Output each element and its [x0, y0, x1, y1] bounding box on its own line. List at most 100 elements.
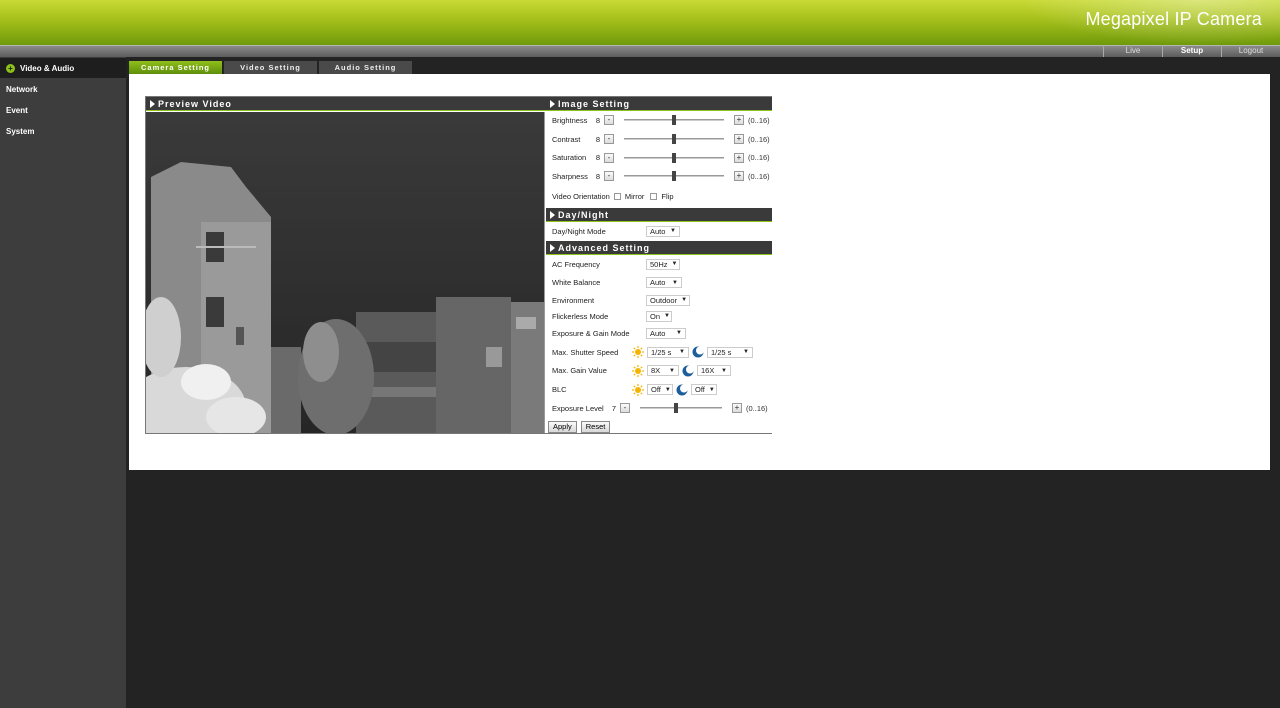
caret-down-icon: ▼	[664, 386, 671, 393]
flip-checkbox[interactable]	[650, 193, 658, 201]
slider-thumb[interactable]	[672, 171, 676, 182]
slider-thumb[interactable]	[672, 115, 676, 126]
saturation-plus-button[interactable]: +	[734, 152, 744, 163]
sidebar-item-network[interactable]: Network	[0, 79, 126, 99]
caret-down-icon: ▼	[708, 386, 715, 393]
sharpness-row: Sharpness 8 - + (0..16)	[546, 167, 772, 186]
saturation-row: Saturation 8 - + (0..16)	[546, 148, 772, 167]
shutter-night-select[interactable]: 1/25 s ▼	[707, 346, 753, 358]
gain-day-select[interactable]: 8X ▼	[647, 365, 679, 377]
ac-frequency-select[interactable]: 50Hz ▼	[646, 258, 680, 270]
blc-day-select[interactable]: Off ▼	[647, 384, 673, 396]
flickerless-select[interactable]: On ▼	[646, 310, 672, 322]
nav-logout[interactable]: Logout	[1221, 45, 1280, 57]
day-night-title: Day/Night	[558, 209, 610, 220]
action-row: Apply Reset	[546, 418, 772, 437]
gain-label: Max. Gain Value	[552, 366, 607, 376]
sidebar-item-system[interactable]: System	[0, 121, 126, 141]
contrast-slider[interactable]	[624, 134, 724, 145]
sun-icon	[632, 383, 644, 396]
sidebar-item-label: Network	[6, 84, 38, 94]
exposure-level-label: Exposure Level	[552, 403, 604, 413]
brightness-range: (0..16)	[748, 115, 770, 125]
select-value: Off	[695, 385, 705, 395]
settings-tabs: Camera Setting Video Setting Audio Setti…	[129, 61, 414, 79]
sharpness-range: (0..16)	[748, 171, 770, 181]
sidebar-item-label: Video & Audio	[20, 63, 75, 73]
mirror-checkbox[interactable]	[613, 193, 621, 201]
slider-track	[640, 407, 722, 410]
slider-thumb[interactable]	[672, 134, 676, 145]
exposure-level-value: 7	[611, 403, 617, 413]
flickerless-label: Flickerless Mode	[552, 311, 609, 321]
brightness-minus-button[interactable]: -	[604, 115, 614, 126]
tab-video-setting[interactable]: Video Setting	[224, 61, 317, 74]
exposure-gain-select[interactable]: Auto ▼	[646, 327, 686, 339]
contrast-plus-button[interactable]: +	[734, 134, 744, 145]
brightness-slider[interactable]	[624, 115, 724, 126]
settings-column: Image Setting Brightness 8 - + (0..16) C…	[546, 97, 772, 433]
gain-row: Max. Gain Value 8X ▼ 16X ▼	[546, 362, 772, 381]
caret-down-icon: ▼	[671, 261, 678, 268]
blc-night-select[interactable]: Off ▼	[691, 384, 717, 396]
brightness-value: 8	[595, 115, 601, 125]
sharpness-minus-button[interactable]: -	[604, 171, 614, 182]
shutter-day-select[interactable]: 1/25 s ▼	[647, 346, 689, 358]
white-balance-select[interactable]: Auto ▼	[646, 277, 682, 289]
caret-down-icon: ▼	[681, 297, 688, 304]
saturation-value: 8	[595, 153, 601, 163]
nav-live[interactable]: Live	[1103, 45, 1162, 57]
select-value: 1/25 s	[651, 347, 672, 357]
environment-label: Environment	[552, 295, 595, 305]
select-value: Auto	[650, 226, 666, 236]
caret-down-icon: ▼	[743, 349, 749, 356]
advanced-setting-title: Advanced Setting	[558, 242, 651, 253]
day-night-mode-select[interactable]: Auto ▼	[646, 225, 680, 237]
contrast-minus-button[interactable]: -	[604, 134, 614, 145]
caret-down-icon: ▼	[664, 313, 670, 320]
select-value: Auto	[650, 328, 666, 338]
contrast-value: 8	[595, 134, 601, 144]
shutter-label: Max. Shutter Speed	[552, 347, 619, 357]
select-value: 8X	[651, 366, 661, 376]
blc-label: BLC	[552, 385, 567, 395]
tab-audio-setting[interactable]: Audio Setting	[319, 61, 412, 74]
apply-button[interactable]: Apply	[548, 420, 577, 433]
sharpness-plus-button[interactable]: +	[734, 171, 744, 182]
select-value: On	[650, 311, 661, 321]
sharpness-slider[interactable]	[624, 171, 724, 182]
sidebar-item-video-audio[interactable]: + Video & Audio	[0, 58, 126, 78]
saturation-label: Saturation	[552, 153, 587, 163]
exposure-minus-button[interactable]: -	[620, 403, 630, 414]
exposure-gain-label: Exposure & Gain Mode	[552, 328, 630, 338]
slider-thumb[interactable]	[674, 403, 679, 414]
flickerless-row: Flickerless Mode On ▼	[546, 308, 772, 324]
select-value: 50Hz	[650, 259, 668, 269]
sharpness-value: 8	[595, 171, 601, 181]
select-value: 1/25 s	[711, 347, 732, 357]
saturation-minus-button[interactable]: -	[604, 152, 614, 163]
gain-night-select[interactable]: 16X ▼	[697, 365, 731, 377]
preview-video[interactable]	[146, 112, 545, 433]
tab-camera-setting[interactable]: Camera Setting	[129, 61, 222, 79]
saturation-slider[interactable]	[624, 152, 724, 163]
ac-frequency-row: AC Frequency 50Hz ▼	[546, 255, 772, 274]
exposure-plus-button[interactable]: +	[732, 403, 742, 414]
camera-panel: Preview Video Image Setting Brightness 8…	[145, 96, 772, 434]
caret-down-icon: ▼	[670, 228, 676, 235]
slider-thumb[interactable]	[672, 152, 676, 163]
moon-icon	[692, 346, 704, 358]
main-content: Preview Video Image Setting Brightness 8…	[129, 74, 1270, 470]
exposure-level-slider[interactable]	[640, 403, 722, 414]
day-night-header: Day/Night	[546, 207, 772, 222]
plus-circle-icon: +	[6, 63, 15, 73]
select-value: Outdoor	[650, 295, 678, 305]
blc-row: BLC Off ▼ Off ▼	[546, 380, 772, 399]
environment-select[interactable]: Outdoor ▼	[646, 294, 690, 306]
brightness-plus-button[interactable]: +	[734, 115, 744, 126]
nav-setup[interactable]: Setup	[1162, 45, 1221, 57]
sidebar-item-label: System	[6, 126, 35, 136]
sidebar-item-event[interactable]: Event	[0, 100, 126, 120]
environment-row: Environment Outdoor ▼	[546, 292, 772, 308]
reset-button[interactable]: Reset	[580, 420, 611, 433]
